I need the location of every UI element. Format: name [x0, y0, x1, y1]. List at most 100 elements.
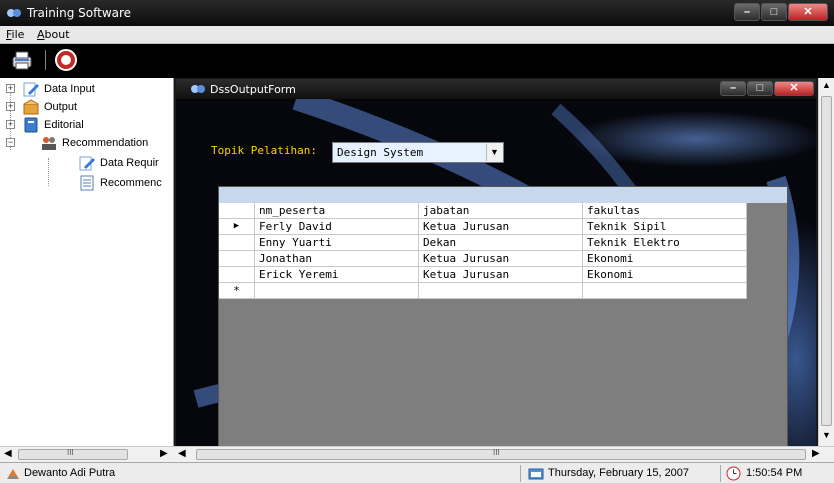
collapse-toggle[interactable]: − [6, 138, 15, 147]
status-divider [520, 465, 521, 482]
topik-select-value: Design System [337, 146, 424, 159]
grid-header-row: nm_peserta jabatan fakultas [219, 203, 747, 219]
cell-jabatan[interactable]: Ketua Jurusan [419, 251, 583, 267]
row-selector[interactable] [219, 251, 255, 267]
child-title: DssOutputForm [210, 83, 296, 96]
cell-nm-peserta[interactable]: Erick Yeremi [255, 267, 419, 283]
chevron-down-icon[interactable]: ▼ [486, 144, 502, 161]
calendar-icon [528, 468, 544, 480]
grid-caption-bar [219, 187, 787, 203]
menu-file[interactable]: File [6, 28, 24, 41]
app-titlebar: Training Software – □ ✕ [0, 0, 834, 26]
dss-output-form: DssOutputForm – □ ✕ Topik Pelatihan: Des… [176, 79, 816, 446]
close-button[interactable]: ✕ [788, 3, 828, 21]
column-header-jabatan[interactable]: jabatan [419, 203, 583, 219]
child-minimize-button[interactable]: – [720, 81, 746, 96]
scroll-down-arrow[interactable]: ▼ [822, 430, 831, 440]
scroll-grip: III [67, 448, 74, 457]
topik-label: Topik Pelatihan: [211, 144, 317, 157]
cell-nm-peserta[interactable]: Ferly David [255, 219, 419, 235]
cell-jabatan[interactable]: Ketua Jurusan [419, 267, 583, 283]
people-icon [42, 137, 56, 150]
document-icon [80, 175, 94, 191]
help-icon[interactable] [54, 48, 78, 72]
tree-item-label: Data Requir [100, 157, 159, 169]
column-header-nm-peserta[interactable]: nm_peserta [255, 203, 419, 219]
minimize-button[interactable]: – [734, 3, 760, 21]
table-row[interactable]: Erick Yeremi Ketua Jurusan Ekonomi [219, 267, 747, 283]
tree-item-data-input[interactable]: Data Input [22, 80, 95, 98]
tree-item-label: Recommendation [62, 137, 149, 149]
scroll-up-arrow[interactable]: ▲ [822, 80, 831, 90]
tree-item-label: Editorial [44, 119, 84, 131]
scroll-left-arrow[interactable]: ◀ [178, 448, 186, 459]
cell-jabatan[interactable]: Dekan [419, 235, 583, 251]
scroll-thumb[interactable] [821, 96, 832, 426]
scroll-left-arrow[interactable]: ◀ [4, 448, 12, 459]
table-row[interactable]: ▶ Ferly David Ketua Jurusan Teknik Sipil [219, 219, 747, 235]
row-selector[interactable] [219, 235, 255, 251]
row-header-corner [219, 203, 255, 219]
status-bar: Dewanto Adi Putra Thursday, February 15,… [0, 462, 834, 483]
form-icon [191, 85, 205, 93]
tree-item-label: Output [44, 101, 78, 113]
window-controls: – □ ✕ [733, 3, 828, 21]
cell-nm-peserta[interactable]: Enny Yuarti [255, 235, 419, 251]
tree-item-editorial[interactable]: Editorial [22, 116, 84, 134]
toolbar-separator [45, 50, 46, 70]
child-close-button[interactable]: ✕ [774, 81, 814, 96]
cell-jabatan[interactable] [419, 283, 583, 299]
scroll-right-arrow[interactable]: ▶ [160, 448, 168, 459]
cell-jabatan[interactable]: Ketua Jurusan [419, 219, 583, 235]
app-title: Training Software [27, 6, 132, 20]
scroll-right-arrow[interactable]: ▶ [812, 448, 820, 459]
cell-nm-peserta[interactable] [255, 283, 419, 299]
cell-fakultas[interactable]: Ekonomi [583, 251, 747, 267]
pencil-icon [23, 82, 39, 97]
menu-about-mnemonic: A [37, 28, 45, 41]
tree-item-data-requirement[interactable]: Data Requir [78, 154, 159, 172]
menu-bar: File About [0, 26, 834, 44]
row-selector[interactable] [219, 267, 255, 283]
menu-about[interactable]: About [37, 28, 70, 41]
topik-select[interactable]: Design System ▼ [332, 142, 504, 163]
tree-connector [48, 158, 49, 186]
mdi-vertical-scrollbar[interactable]: ▲ ▼ [818, 78, 834, 446]
status-time: 1:50:54 PM [746, 467, 803, 479]
pencil-icon [79, 156, 95, 171]
tree-horizontal-scrollbar[interactable]: ◀ III ▶ [0, 446, 174, 462]
cell-fakultas[interactable]: Teknik Elektro [583, 235, 747, 251]
child-window-controls: – □ ✕ [719, 81, 814, 96]
mdi-horizontal-scrollbar[interactable]: ◀ III ▶ [174, 446, 834, 462]
book-icon [24, 117, 38, 133]
table-row[interactable]: Enny Yuarti Dekan Teknik Elektro [219, 235, 747, 251]
tree-item-recommendation-report[interactable]: Recommenc [78, 174, 162, 192]
clock-icon [726, 466, 741, 481]
status-user: Dewanto Adi Putra [24, 467, 116, 479]
tree-item-output[interactable]: Output [22, 98, 77, 116]
scroll-thumb[interactable]: III [18, 448, 128, 460]
scroll-thumb[interactable]: III [196, 448, 806, 460]
user-icon [7, 469, 19, 479]
row-selector-current[interactable]: ▶ [219, 219, 255, 235]
cell-fakultas[interactable] [583, 283, 747, 299]
tree-item-recommendation[interactable]: Recommendation [40, 134, 148, 152]
table-row[interactable]: Jonathan Ketua Jurusan Ekonomi [219, 251, 747, 267]
status-divider [720, 465, 721, 482]
expand-toggle[interactable]: + [6, 102, 15, 111]
table-row-new[interactable]: * [219, 283, 747, 299]
printer-icon[interactable] [10, 48, 34, 72]
tree-item-label: Data Input [44, 83, 95, 95]
cell-fakultas[interactable]: Teknik Sipil [583, 219, 747, 235]
new-row-marker[interactable]: * [219, 283, 255, 299]
status-date: Thursday, February 15, 2007 [548, 467, 690, 479]
column-header-fakultas[interactable]: fakultas [583, 203, 747, 219]
expand-toggle[interactable]: + [6, 120, 15, 129]
cell-fakultas[interactable]: Ekonomi [583, 267, 747, 283]
participant-grid: nm_peserta jabatan fakultas ▶ Ferly Davi… [218, 186, 788, 446]
maximize-button[interactable]: □ [761, 3, 787, 21]
child-titlebar: DssOutputForm – □ ✕ [176, 79, 816, 99]
child-maximize-button[interactable]: □ [747, 81, 773, 96]
cell-nm-peserta[interactable]: Jonathan [255, 251, 419, 267]
expand-toggle[interactable]: + [6, 84, 15, 93]
